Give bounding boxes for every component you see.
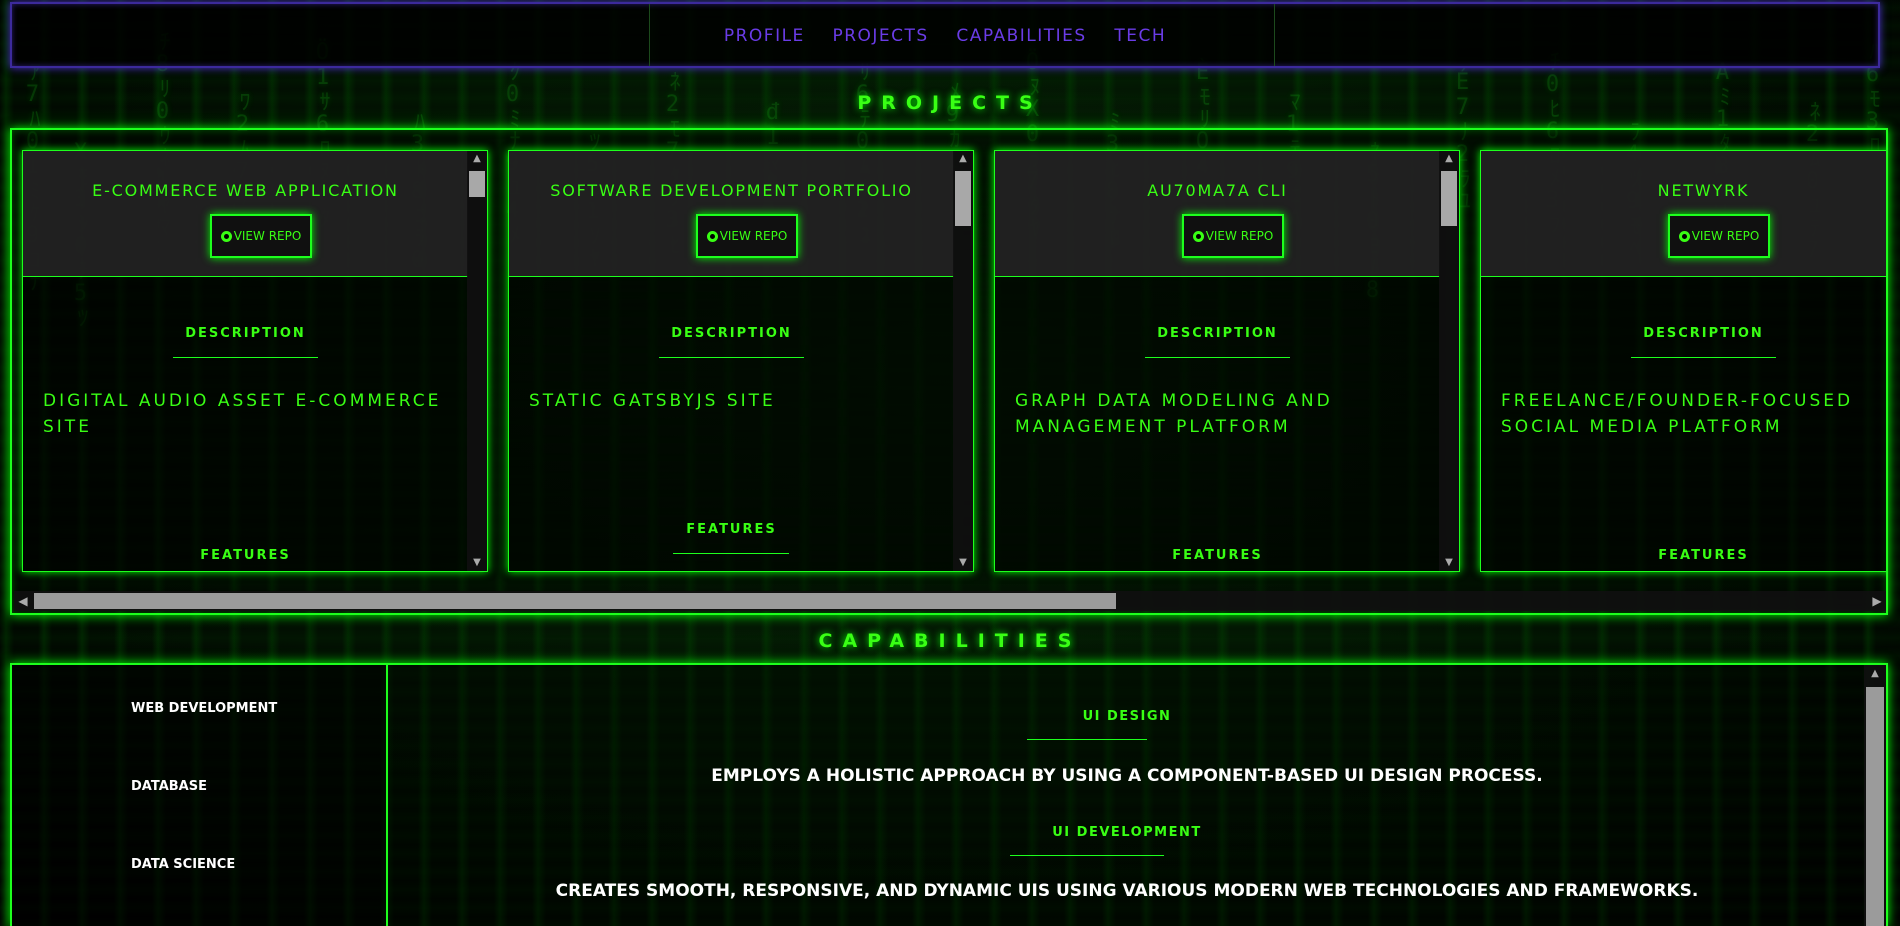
project-title: E-COMMERCE WEB APPLICATION <box>92 181 399 200</box>
capability-heading: UI DEVELOPMENT <box>1052 825 1202 840</box>
view-repo-button[interactable]: VIEW REPO <box>1668 214 1770 258</box>
description-underline <box>1145 357 1290 358</box>
projects-carousel: E-COMMERCE WEB APPLICATION VIEW REPO DES… <box>10 128 1888 615</box>
scroll-right-icon[interactable]: ▶ <box>1868 591 1886 611</box>
scroll-thumb[interactable] <box>469 171 485 197</box>
nav-link-projects[interactable]: PROJECTS <box>832 26 928 46</box>
scroll-thumb[interactable] <box>955 171 971 226</box>
nav-link-profile[interactable]: PROFILE <box>724 26 805 46</box>
scroll-thumb[interactable] <box>1441 171 1457 226</box>
description-label: DESCRIPTION <box>1643 326 1764 341</box>
card-scrollbar[interactable]: ▲ ▼ <box>467 151 487 571</box>
project-description: GRAPH DATA MODELING AND MANAGEMENT PLATF… <box>1015 391 1333 437</box>
github-icon <box>1678 230 1690 242</box>
horizontal-scroll-thumb[interactable] <box>34 593 1116 609</box>
card-scrollbar[interactable]: ▲ ▼ <box>1439 151 1459 571</box>
nav-link-tech[interactable]: TECH <box>1114 26 1166 46</box>
capability-heading: UI DESIGN <box>1082 709 1172 724</box>
project-description: DIGITAL AUDIO ASSET E-COMMERCE SITE <box>43 391 442 437</box>
features-underline <box>673 553 789 554</box>
project-card-header: AU70MA7A CLI VIEW REPO <box>995 151 1440 277</box>
view-repo-button[interactable]: VIEW REPO <box>696 214 798 258</box>
capabilities-content: UI DESIGN EMPLOYS A HOLISTIC APPROACH BY… <box>390 665 1864 926</box>
features-label: FEATURES <box>1658 548 1749 563</box>
features-label: FEATURES <box>200 548 291 563</box>
project-card-header: SOFTWARE DEVELOPMENT PORTFOLIO VIEW REPO <box>509 151 954 277</box>
project-title: SOFTWARE DEVELOPMENT PORTFOLIO <box>550 181 913 200</box>
capability-tab-database[interactable]: DATABASE <box>131 779 207 794</box>
capability-heading-underline <box>1010 855 1164 856</box>
scroll-up-icon[interactable]: ▲ <box>467 151 487 167</box>
project-description: STATIC GATSBYJS SITE <box>529 391 776 411</box>
project-card: E-COMMERCE WEB APPLICATION VIEW REPO DES… <box>22 150 488 572</box>
capability-heading-underline <box>1027 739 1147 740</box>
capability-description: EMPLOYS A HOLISTIC APPROACH BY USING A C… <box>711 766 1543 786</box>
nav-link-capabilities[interactable]: CAPABILITIES <box>956 26 1086 46</box>
project-title: NETWYRK <box>1657 181 1750 200</box>
capabilities-section-title: CAPABILITIES <box>818 630 1082 652</box>
description-label: DESCRIPTION <box>1157 326 1278 341</box>
github-icon <box>706 230 718 242</box>
scroll-down-icon[interactable]: ▼ <box>1439 555 1459 571</box>
project-card-header: NETWYRK VIEW REPO <box>1481 151 1886 277</box>
project-card: AU70MA7A CLI VIEW REPO DESCRIPTION GRAPH… <box>994 150 1460 572</box>
scroll-down-icon[interactable]: ▼ <box>953 555 973 571</box>
view-repo-label: VIEW REPO <box>1205 229 1274 243</box>
scroll-thumb[interactable] <box>1866 687 1884 926</box>
project-description: FREELANCE/FOUNDER-FOCUSED SOCIAL MEDIA P… <box>1501 391 1854 437</box>
top-nav: PROFILE PROJECTS CAPABILITIES TECH <box>10 2 1880 68</box>
scroll-up-icon[interactable]: ▲ <box>953 151 973 167</box>
view-repo-button[interactable]: VIEW REPO <box>210 214 312 258</box>
projects-section-title: PROJECTS <box>857 92 1043 114</box>
view-repo-label: VIEW REPO <box>719 229 788 243</box>
capability-tab-data-science[interactable]: DATA SCIENCE <box>131 857 235 872</box>
capabilities-sidebar: WEB DEVELOPMENT DATABASE DATA SCIENCE <box>12 665 388 926</box>
scroll-left-icon[interactable]: ◀ <box>14 591 32 611</box>
project-card: SOFTWARE DEVELOPMENT PORTFOLIO VIEW REPO… <box>508 150 974 572</box>
nav-links: PROFILE PROJECTS CAPABILITIES TECH <box>12 26 1878 46</box>
features-label: FEATURES <box>686 522 777 537</box>
github-icon <box>220 230 232 242</box>
features-label: FEATURES <box>1172 548 1263 563</box>
capability-description: CREATES SMOOTH, RESPONSIVE, AND DYNAMIC … <box>555 881 1699 901</box>
capability-tab-web-development[interactable]: WEB DEVELOPMENT <box>131 701 277 716</box>
view-repo-label: VIEW REPO <box>233 229 302 243</box>
project-card-header: E-COMMERCE WEB APPLICATION VIEW REPO <box>23 151 468 277</box>
description-underline <box>173 357 318 358</box>
scroll-up-icon[interactable]: ▲ <box>1439 151 1459 167</box>
project-title: AU70MA7A CLI <box>1147 181 1288 200</box>
scroll-down-icon[interactable]: ▼ <box>467 555 487 571</box>
capabilities-scrollbar[interactable]: ▲ <box>1864 665 1886 926</box>
description-underline <box>659 357 804 358</box>
view-repo-button[interactable]: VIEW REPO <box>1182 214 1284 258</box>
github-icon <box>1192 230 1204 242</box>
description-label: DESCRIPTION <box>185 326 306 341</box>
view-repo-label: VIEW REPO <box>1691 229 1760 243</box>
project-card: NETWYRK VIEW REPO DESCRIPTION FREELANCE/… <box>1480 150 1886 572</box>
scroll-up-icon[interactable]: ▲ <box>1864 665 1886 683</box>
card-scrollbar[interactable]: ▲ ▼ <box>953 151 973 571</box>
capabilities-panel: WEB DEVELOPMENT DATABASE DATA SCIENCE UI… <box>10 663 1888 926</box>
carousel-horizontal-scrollbar[interactable]: ◀ ▶ <box>14 591 1886 611</box>
description-label: DESCRIPTION <box>671 326 792 341</box>
description-underline <box>1631 357 1776 358</box>
